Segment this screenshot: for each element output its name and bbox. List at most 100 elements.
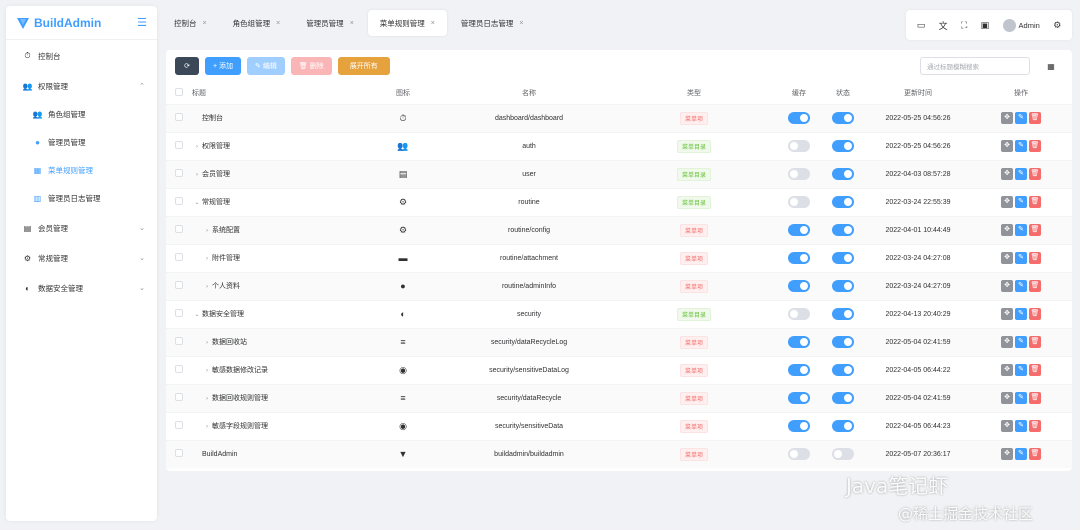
move-icon[interactable]: ✥ [1001, 112, 1013, 124]
tab-0[interactable]: 控制台 × [162, 10, 219, 36]
edit-button[interactable]: ✎ 编辑 [247, 57, 285, 75]
table-row[interactable]: › 个人资料 ● routine/adminInfo 菜单项 2022-03-24… [166, 271, 1072, 300]
table-row[interactable]: BuildAdmin ▼ buildadmin/buildadmin 菜单项 2… [166, 439, 1072, 468]
edit-icon[interactable]: ✎ [1015, 280, 1027, 292]
status-toggle[interactable] [832, 448, 854, 461]
expand-caret-icon[interactable]: › [192, 172, 202, 178]
cache-toggle[interactable] [788, 112, 810, 124]
status-toggle[interactable] [832, 280, 854, 292]
edit-icon[interactable]: ✎ [1015, 196, 1027, 208]
expand-caret-icon[interactable]: › [202, 284, 212, 290]
sidebar-item-0[interactable]: ⏱ 控制台 [6, 42, 157, 70]
expand-caret-icon[interactable]: › [202, 396, 212, 402]
table-row[interactable]: › 数据回收站 ≡ security/dataRecycleLog 菜单项 202… [166, 327, 1072, 356]
cache-toggle[interactable] [788, 168, 810, 180]
delete-icon[interactable]: 🗑 [1029, 448, 1041, 461]
refresh-button[interactable]: ⟳ [175, 57, 199, 75]
delete-icon[interactable]: 🗑 [1029, 140, 1041, 152]
table-row[interactable]: › 会员管理 ▤ user 菜单目录 2022-04-03 08:57:28 ✥ ✎… [166, 159, 1072, 188]
cache-toggle[interactable] [788, 420, 810, 432]
status-toggle[interactable] [832, 168, 854, 180]
expand-caret-icon[interactable]: › [202, 256, 212, 262]
expand-caret-icon[interactable]: › [202, 228, 212, 234]
expand-caret-icon[interactable]: › [202, 340, 212, 346]
column-settings-icon[interactable]: ▦ [1042, 57, 1060, 75]
row-checkbox[interactable] [166, 439, 192, 468]
edit-icon[interactable]: ✎ [1015, 140, 1027, 152]
sidebar-subitem-3[interactable]: ▥ 管理员日志管理 [6, 184, 157, 212]
translate-icon[interactable]: 文 [939, 19, 948, 32]
user-menu[interactable]: Admin [1002, 18, 1040, 32]
status-toggle[interactable] [832, 112, 854, 124]
delete-icon[interactable]: 🗑 [1029, 336, 1041, 348]
menu-fold-icon[interactable]: ☰ [137, 16, 147, 29]
cache-toggle[interactable] [788, 224, 810, 236]
sidebar-subitem-1[interactable]: ● 管理员管理 [6, 128, 157, 156]
move-icon[interactable]: ✥ [1001, 196, 1013, 208]
row-checkbox[interactable] [166, 103, 192, 132]
close-icon[interactable]: × [431, 20, 435, 27]
sidebar-subitem-0[interactable]: 👥 角色组管理 [6, 100, 157, 128]
table-row[interactable]: › 权限管理 👥 auth 菜单目录 2022-05-25 04:56:26 ✥ ✎… [166, 131, 1072, 160]
table-row[interactable]: › 系统配置 ⚙ routine/config 菜单项 2022-04-01 10… [166, 215, 1072, 244]
cache-toggle[interactable] [788, 448, 810, 461]
status-toggle[interactable] [832, 252, 854, 264]
edit-icon[interactable]: ✎ [1015, 420, 1027, 432]
close-icon[interactable]: × [519, 20, 523, 27]
delete-icon[interactable]: 🗑 [1029, 252, 1041, 264]
delete-icon[interactable]: 🗑 [1029, 168, 1041, 180]
row-checkbox[interactable] [166, 159, 192, 188]
expand-caret-icon[interactable]: › [202, 424, 212, 430]
move-icon[interactable]: ✥ [1001, 140, 1013, 152]
expand-caret-icon[interactable]: ⌄ [192, 199, 202, 206]
sidebar-subitem-2[interactable]: ▦ 菜单规则管理 [6, 156, 157, 184]
table-row[interactable]: 控制台 ⏱ dashboard/dashboard 菜单项 2022-05-25… [166, 103, 1072, 132]
move-icon[interactable]: ✥ [1001, 364, 1013, 376]
edit-icon[interactable]: ✎ [1015, 392, 1027, 404]
close-icon[interactable]: × [276, 20, 280, 27]
row-checkbox[interactable] [166, 243, 192, 272]
delete-button[interactable]: 🗑 删除 [290, 57, 332, 75]
edit-icon[interactable]: ✎ [1015, 168, 1027, 180]
delete-icon[interactable]: 🗑 [1029, 112, 1041, 124]
cache-toggle[interactable] [788, 364, 810, 376]
edit-icon[interactable]: ✎ [1015, 112, 1027, 124]
delete-icon[interactable]: 🗑 [1029, 392, 1041, 404]
cache-toggle[interactable] [788, 252, 810, 264]
move-icon[interactable]: ✥ [1001, 448, 1013, 461]
status-toggle[interactable] [832, 196, 854, 208]
search-input[interactable]: 通过标题模糊搜索 [920, 57, 1030, 75]
cache-toggle[interactable] [788, 280, 810, 292]
edit-icon[interactable]: ✎ [1015, 336, 1027, 348]
sidebar-item-1[interactable]: 👥 权限管理 ⌃ [6, 72, 157, 100]
cache-toggle[interactable] [788, 308, 810, 320]
fullscreen-icon[interactable]: ⛶ [961, 20, 967, 31]
table-row[interactable]: ⌄ 常规管理 ⚙ routine 菜单目录 2022-03-24 22:55:39… [166, 187, 1072, 216]
close-icon[interactable]: × [203, 20, 207, 27]
move-icon[interactable]: ✥ [1001, 280, 1013, 292]
table-row[interactable]: › 敏感字段规则管理 ◉ security/sensitiveData 菜单项 2… [166, 411, 1072, 440]
delete-icon[interactable]: 🗑 [1029, 196, 1041, 208]
row-checkbox[interactable] [166, 131, 192, 160]
row-checkbox[interactable] [166, 187, 192, 216]
row-checkbox[interactable] [166, 271, 192, 300]
delete-icon[interactable]: 🗑 [1029, 224, 1041, 236]
delete-icon[interactable]: 🗑 [1029, 364, 1041, 376]
status-toggle[interactable] [832, 308, 854, 320]
edit-icon[interactable]: ✎ [1015, 252, 1027, 264]
cache-toggle[interactable] [788, 392, 810, 404]
move-icon[interactable]: ✥ [1001, 168, 1013, 180]
status-toggle[interactable] [832, 364, 854, 376]
status-toggle[interactable] [832, 392, 854, 404]
move-icon[interactable]: ✥ [1001, 392, 1013, 404]
sidebar-item-2[interactable]: ▤ 会员管理 ⌄ [6, 214, 157, 242]
expand-caret-icon[interactable]: › [202, 368, 212, 374]
row-checkbox[interactable] [166, 383, 192, 412]
sidebar-item-3[interactable]: ⚙ 常规管理 ⌄ [6, 244, 157, 272]
tab-2[interactable]: 管理员管理 × [294, 10, 366, 36]
expand-all-button[interactable]: 展开所有 [337, 57, 390, 75]
move-icon[interactable]: ✥ [1001, 224, 1013, 236]
table-row[interactable]: ⌄ 数据安全管理 ◐ security 菜单目录 2022-04-13 20:40… [166, 299, 1072, 328]
table-row[interactable]: › 敏感数据修改记录 ◉ security/sensitiveDataLog 菜单… [166, 355, 1072, 384]
monitor-icon[interactable]: ▭ [917, 20, 926, 31]
